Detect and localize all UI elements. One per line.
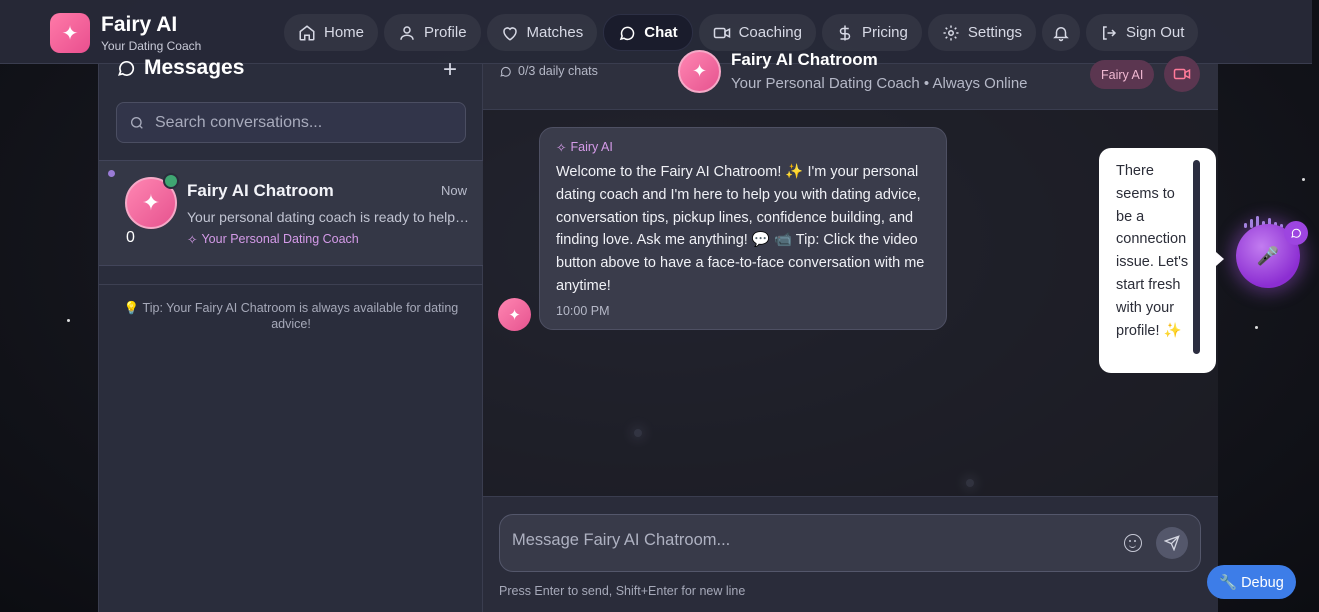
daily-chats: 0/3 daily chats [499,64,598,78]
sparkles-icon: ✦ [141,190,161,215]
nav-pricing[interactable]: Pricing [821,14,922,51]
chat-title: Fairy AI Chatroom [731,50,878,69]
sparkles-icon: ✧ [187,233,198,247]
conversation-time: Now [440,183,467,198]
messages-header: Messages [116,56,244,80]
brand[interactable]: ✦ Fairy AI Your Dating Coach [50,13,201,53]
search-box[interactable] [116,102,466,143]
search-input[interactable] [155,113,455,132]
orb-chat-button[interactable] [1284,221,1308,245]
composer [499,514,1201,572]
sparkles-icon: ✦ [50,13,90,53]
sparkles-icon: ✧ [556,141,567,155]
nav-settings[interactable]: Settings [927,14,1037,51]
message-text: Welcome to the Fairy AI Chatroom! ✨ I'm … [556,164,925,294]
conversation-name: Fairy AI Chatroom [187,181,334,200]
conversation-tag-label: Your Personal Dating Coach [201,232,359,246]
star [67,319,70,322]
nav-menu: Home Profile Matches Chat Coaching Prici… [284,14,1199,51]
video-icon [1173,68,1191,80]
chat-icon [1291,228,1301,238]
heart-icon [502,26,517,41]
divider [99,284,483,285]
nav-profile-label: Profile [424,24,467,41]
emoji-icon[interactable] [1124,534,1142,552]
nav-chat-label: Chat [644,24,678,41]
chat-header: 0/3 daily chats ✦ Fairy AI Chatroom Your… [483,50,1218,110]
nav-coaching[interactable]: Coaching [698,14,816,51]
star [1302,178,1305,181]
microphone-icon: 🎤 [1256,245,1280,266]
nav-sign-out[interactable]: Sign Out [1086,14,1199,51]
new-conversation-button[interactable]: + [443,56,457,84]
online-indicator [163,173,179,189]
chat-icon [117,60,135,76]
message-input[interactable] [512,531,1102,550]
unread-dot [108,170,115,177]
debug-button[interactable]: 🔧 Debug [1207,565,1296,599]
message-avatar: ✦ [498,298,531,331]
chat-avatar: ✦ [678,50,721,93]
brand-title: Fairy AI [101,13,178,36]
nav-matches[interactable]: Matches [486,14,598,51]
chat-icon [500,66,511,77]
bell-icon [1053,26,1069,41]
fairy-ai-badge: Fairy AI [1090,60,1155,89]
messages-panel: Messages + ✦ 0 Fairy AI Chatroom Now You… [98,56,483,612]
sign-out-icon [1103,25,1117,40]
nav-pricing-label: Pricing [861,24,908,41]
daily-chats-label: 0/3 daily chats [518,64,598,78]
message-bubble: ✧ Fairy AI Welcome to the Fairy AI Chatr… [539,127,947,330]
nav-settings-label: Settings [967,24,1023,41]
unread-count: 0 [126,229,135,246]
tip-text: 💡 Tip: Your Fairy AI Chatroom is always … [123,301,459,331]
conversation-item[interactable]: ✦ 0 Fairy AI Chatroom Now Your personal … [99,160,483,266]
nav-sign-out-label: Sign Out [1126,24,1185,41]
message-sender-label: Fairy AI [570,140,613,154]
search-icon [131,116,143,129]
nav-chat[interactable]: Chat [603,14,693,51]
messages-title: Messages [144,56,245,79]
conversation-preview: Your personal dating coach is ready to h… [187,209,471,225]
send-button[interactable] [1156,527,1188,559]
send-icon [1164,535,1180,551]
star [1255,326,1258,329]
tooltip-text: There seems to be a connection issue. Le… [1116,163,1189,339]
sparkles-icon: ✦ [691,61,708,81]
nav-matches-label: Matches [526,24,584,41]
chat-status: Your Personal Dating Coach • Always Onli… [731,75,1028,92]
video-icon [713,27,730,38]
message-time: 10:00 PM [556,303,610,318]
user-icon [400,25,414,40]
tooltip-scrollbar[interactable] [1193,160,1200,354]
message-sender: ✧ Fairy AI [556,140,930,155]
sparkles-icon: ✦ [508,306,521,324]
nav-home[interactable]: Home [284,14,379,51]
video-call-button[interactable] [1164,56,1200,92]
notifications-button[interactable] [1042,14,1081,51]
nav-home-label: Home [324,24,365,41]
home-icon [299,24,315,40]
chat-icon [620,26,635,40]
composer-hint: Press Enter to send, Shift+Enter for new… [499,584,746,598]
brand-subtitle: Your Dating Coach [101,39,202,53]
gear-icon [943,25,959,40]
nav-profile[interactable]: Profile [384,14,481,51]
connection-tooltip: There seems to be a connection issue. Le… [1099,148,1224,373]
conversation-tag: ✧ Your Personal Dating Coach [187,232,359,247]
top-navigation: ✦ Fairy AI Your Dating Coach Home Profil… [0,0,1312,64]
dollar-icon [839,25,851,40]
composer-area: Press Enter to send, Shift+Enter for new… [483,496,1218,612]
nav-coaching-label: Coaching [738,24,802,41]
